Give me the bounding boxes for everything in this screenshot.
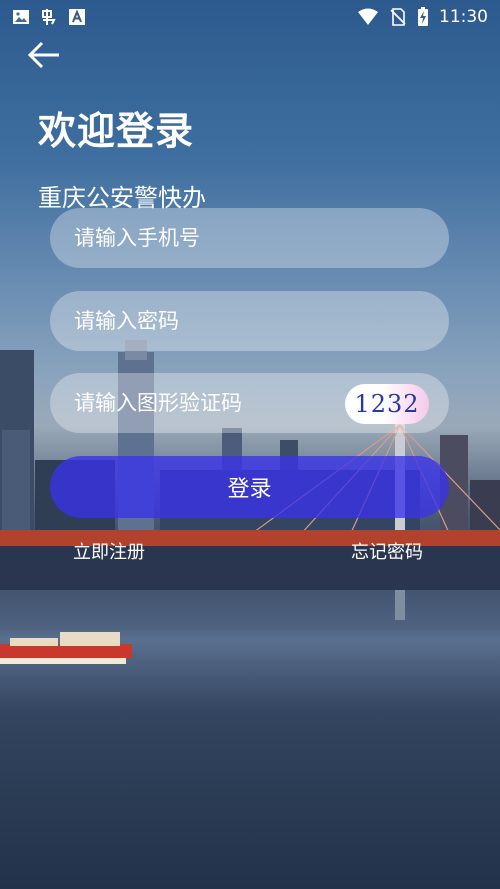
font-icon (69, 9, 85, 25)
password-input[interactable] (72, 308, 427, 334)
login-button[interactable]: 登录 (50, 456, 449, 518)
status-bar: 11:30 (0, 0, 500, 34)
page-title: 欢迎登录 (38, 109, 195, 153)
register-link[interactable]: 立即注册 (73, 538, 145, 564)
app-icon (42, 9, 56, 25)
password-field-container (50, 291, 449, 351)
phone-field-container (50, 208, 449, 268)
boat-image (0, 632, 132, 664)
status-time: 11:30 (439, 7, 488, 27)
captcha-image[interactable]: 1232 (345, 384, 429, 424)
no-sim-icon (390, 8, 406, 26)
battery-charging-icon (418, 7, 428, 26)
arrow-left-icon (27, 41, 59, 69)
captcha-input[interactable] (72, 390, 316, 416)
image-icon (13, 10, 29, 24)
forgot-password-link[interactable]: 忘记密码 (351, 538, 423, 564)
back-button[interactable] (22, 38, 66, 72)
phone-input[interactable] (72, 225, 427, 251)
captcha-field-container: 1232 (50, 373, 449, 433)
wifi-icon (358, 8, 378, 25)
